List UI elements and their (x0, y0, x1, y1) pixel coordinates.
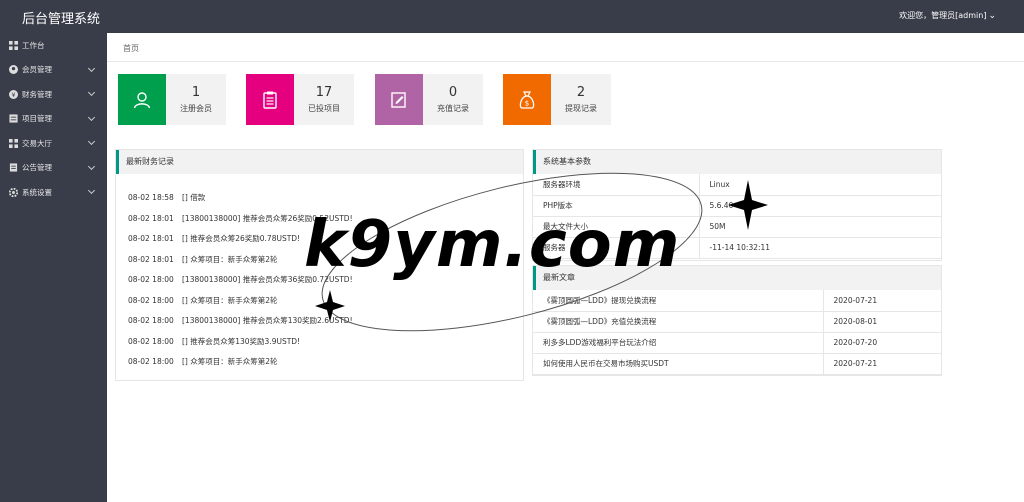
sparkle-icon (315, 290, 345, 322)
watermark-text: k9ym.com (304, 208, 681, 282)
sparkle-icon (728, 180, 768, 230)
